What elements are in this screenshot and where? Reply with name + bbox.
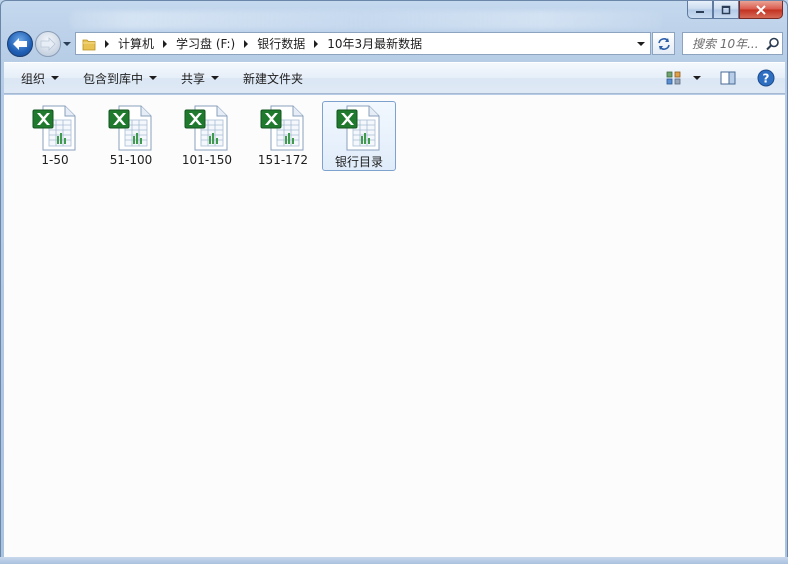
refresh-icon: [657, 37, 670, 50]
forward-button[interactable]: [35, 31, 61, 57]
chevron-down-icon: [211, 75, 220, 81]
breadcrumb-separator-icon[interactable]: [238, 39, 254, 48]
include-in-library-menu[interactable]: 包含到库中: [73, 66, 167, 90]
view-controls: ?: [659, 63, 785, 93]
recent-pages-dropdown[interactable]: [61, 38, 73, 50]
file-name: 51-100: [109, 153, 153, 167]
explorer-window: 计算机 学习盘 (F:) 银行数据 10年3月最新数据 搜索 10年... 组织…: [0, 0, 788, 564]
view-options-dropdown[interactable]: [689, 66, 705, 90]
breadcrumb-computer[interactable]: 计算机: [115, 35, 157, 52]
excel-file-icon: [107, 104, 155, 152]
maximize-button[interactable]: [713, 1, 739, 19]
chevron-down-icon: [149, 75, 158, 81]
include-label: 包含到库中: [83, 71, 144, 86]
excel-file-icon: [31, 104, 79, 152]
breadcrumb-bank-data[interactable]: 银行数据: [254, 35, 308, 52]
address-bar[interactable]: 计算机 学习盘 (F:) 银行数据 10年3月最新数据: [75, 32, 651, 55]
chevron-down-icon: [637, 41, 645, 46]
preview-pane-icon: [720, 71, 736, 85]
share-label: 共享: [181, 71, 206, 86]
file-name: 银行目录: [334, 155, 383, 169]
search-icon[interactable]: [764, 37, 782, 51]
command-bar: 组织 包含到库中 共享 新建文件夹 ?: [4, 62, 785, 94]
organize-label: 组织: [21, 71, 46, 86]
organize-menu[interactable]: 组织: [11, 66, 69, 90]
file-name: 151-172: [257, 153, 309, 167]
share-menu[interactable]: 共享: [171, 66, 229, 90]
excel-file-icon: [183, 104, 231, 152]
back-arrow-icon: [13, 38, 27, 50]
breadcrumb-separator-icon[interactable]: [308, 39, 324, 48]
help-button[interactable]: ?: [751, 66, 781, 90]
window-bottom-border: [0, 557, 788, 564]
refresh-button[interactable]: [652, 32, 675, 55]
change-view-button[interactable]: [659, 66, 689, 90]
minimize-icon: [696, 10, 704, 13]
file-item[interactable]: 1-50: [18, 101, 92, 171]
file-item[interactable]: 101-150: [170, 101, 244, 171]
breadcrumb-current-folder[interactable]: 10年3月最新数据: [324, 35, 425, 52]
file-item[interactable]: 51-100: [94, 101, 168, 171]
search-placeholder: 搜索 10年...: [692, 37, 759, 51]
minimize-button[interactable]: [687, 1, 713, 19]
folder-icon: [79, 33, 99, 54]
file-item-selected[interactable]: 银行目录: [322, 101, 396, 171]
chevron-down-icon: [693, 76, 701, 80]
new-folder-button[interactable]: 新建文件夹: [233, 66, 313, 90]
file-name: 101-150: [181, 153, 233, 167]
file-item[interactable]: 151-172: [246, 101, 320, 171]
search-input[interactable]: 搜索 10年...: [682, 32, 783, 55]
breadcrumb-drive[interactable]: 学习盘 (F:): [173, 35, 238, 52]
chevron-down-icon: [51, 75, 60, 81]
close-button[interactable]: [739, 1, 783, 19]
close-icon: [756, 4, 766, 15]
svg-text:?: ?: [763, 72, 770, 86]
new-folder-label: 新建文件夹: [243, 71, 304, 86]
chevron-down-icon: [63, 42, 71, 46]
file-list-pane[interactable]: 1-50 51-100 101-150 151-172 银行目录: [4, 95, 785, 558]
preview-pane-button[interactable]: [713, 66, 743, 90]
forward-arrow-icon: [40, 37, 56, 51]
excel-file-icon: [259, 104, 307, 152]
file-name: 1-50: [41, 153, 69, 167]
breadcrumb-separator-icon[interactable]: [157, 39, 173, 48]
maximize-icon: [721, 5, 731, 14]
excel-file-icon: [335, 104, 383, 152]
caption-buttons: [687, 1, 783, 19]
back-button[interactable]: [7, 31, 33, 57]
title-bar-blurred-text: [71, 11, 661, 29]
help-icon: ?: [757, 69, 775, 87]
breadcrumb-separator-icon[interactable]: [99, 39, 115, 48]
view-grid-icon: [666, 71, 681, 85]
address-history-dropdown[interactable]: [634, 33, 648, 54]
